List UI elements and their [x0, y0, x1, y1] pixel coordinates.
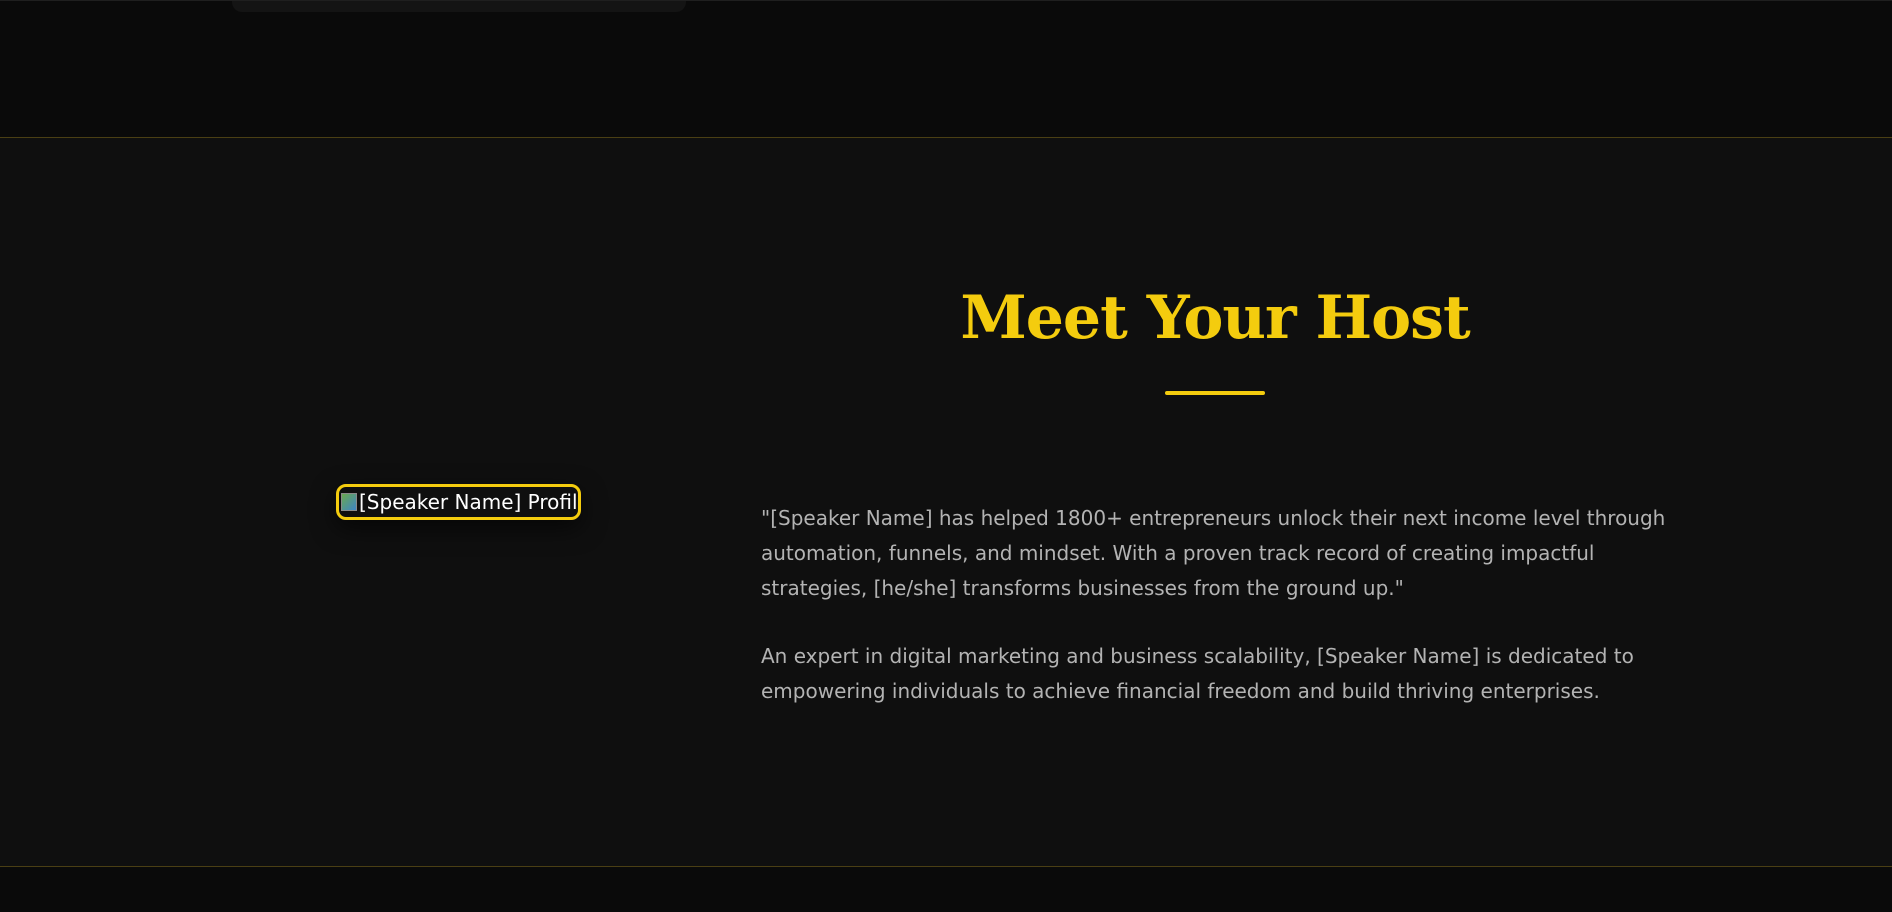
profile-image-alt-text: [Speaker Name] Profile	[359, 490, 581, 514]
bio-quote: "[Speaker Name] has helped 1800+ entrepr…	[761, 506, 1666, 600]
bio-detail: An expert in digital marketing and busin…	[761, 644, 1634, 703]
card-bottom-edge	[232, 1, 686, 12]
title-divider	[1165, 391, 1265, 395]
meet-your-host-section: [Speaker Name] Profile Meet Your Host "[…	[0, 137, 1892, 867]
section-title: Meet Your Host	[960, 283, 1470, 353]
host-bio: "[Speaker Name] has helped 1800+ entrepr…	[761, 501, 1681, 742]
broken-image-icon	[341, 493, 357, 511]
previous-section	[0, 0, 1892, 137]
next-section	[0, 867, 1892, 912]
speaker-profile-image: [Speaker Name] Profile	[336, 484, 581, 520]
